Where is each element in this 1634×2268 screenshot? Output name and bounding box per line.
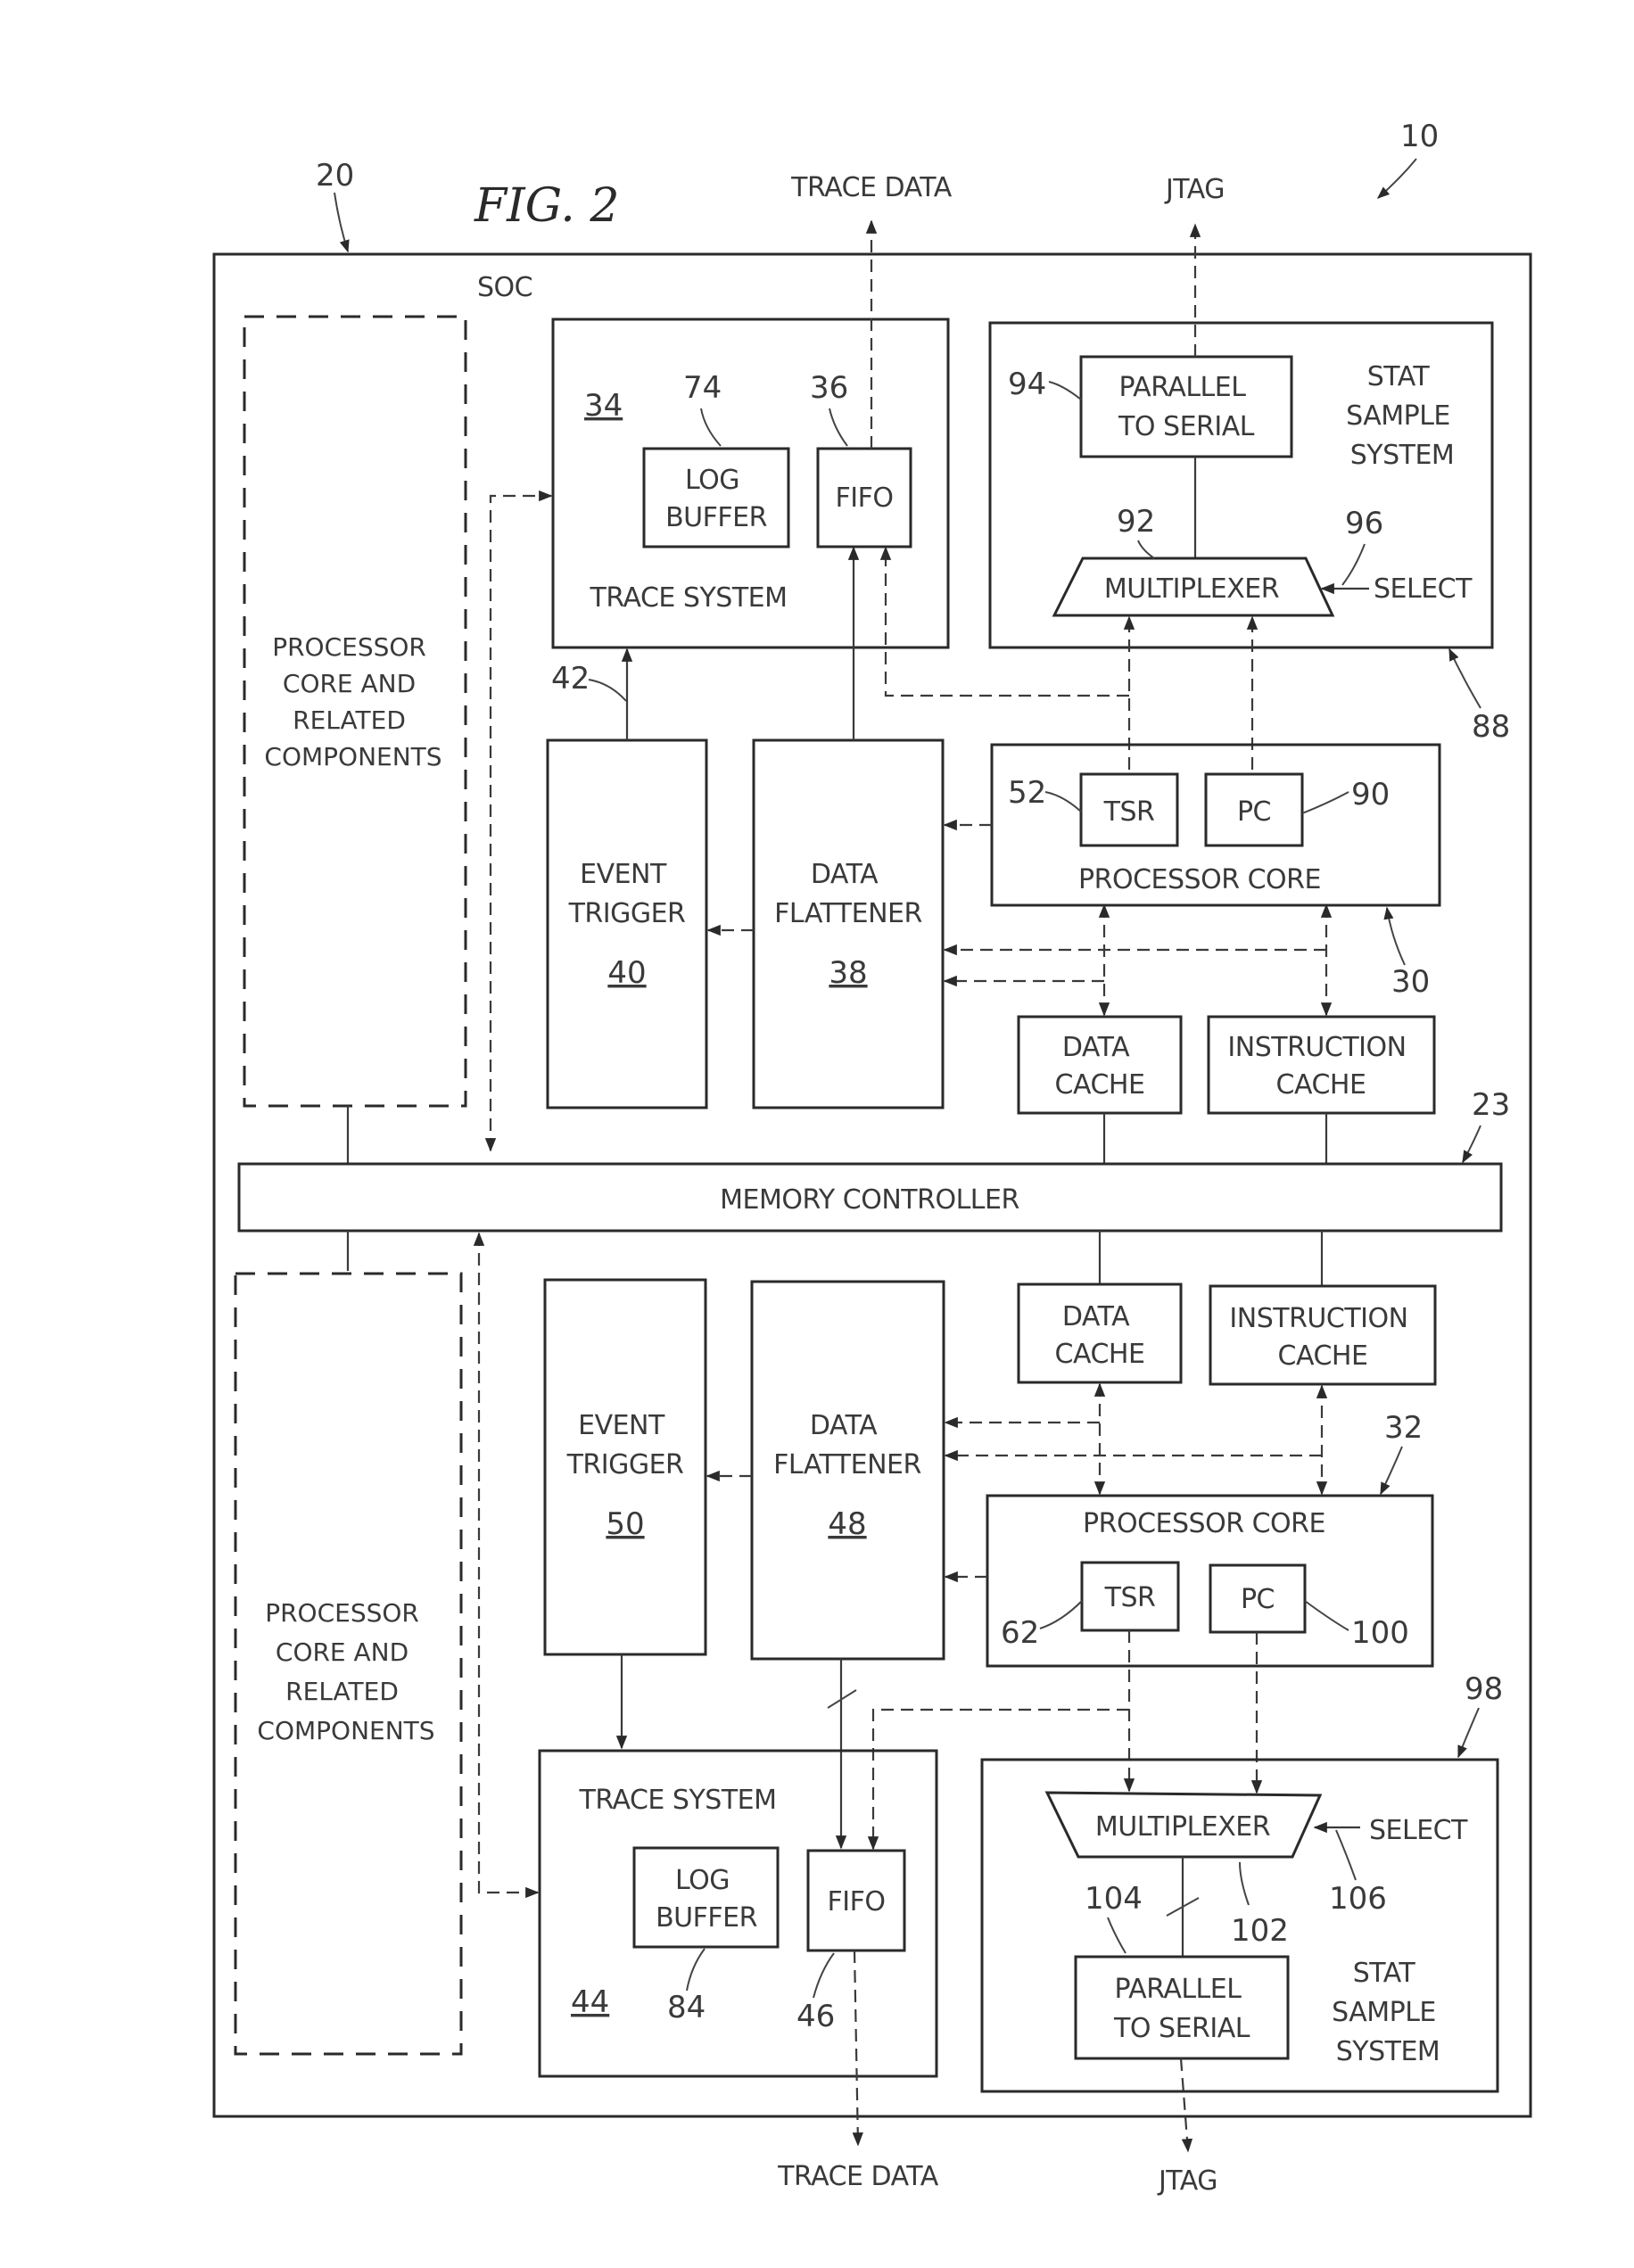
upper-event-trigger-link-leader: [588, 679, 627, 702]
lower-jtag-out: [1179, 2058, 1193, 2153]
lower-pc-ref: 100: [1351, 1615, 1409, 1651]
upper-other-core-label: PROCESSOR CORE AND RELATED COMPONENTS: [264, 632, 442, 771]
upper-multiplexer-leader: [1137, 540, 1155, 559]
lower-select-ref: 106: [1329, 1881, 1387, 1917]
upper-trace-system-label: TRACE SYSTEM: [590, 582, 788, 614]
upper-processor-core-leader: [1383, 906, 1406, 966]
upper-log-buffer-leader: [700, 408, 722, 447]
lower-other-core-label: PROCESSOR CORE AND RELATED COMPONENTS: [257, 1598, 434, 1745]
upper-tsr-leader: [1044, 791, 1082, 812]
lower-stat-sample-leader: [1457, 1707, 1480, 1759]
upper-pc-leader: [1301, 791, 1349, 814]
upper-log-buffer-ref: 74: [683, 370, 722, 406]
lower-parallel-to-serial-label: PARALLEL TO SERIAL: [1113, 1974, 1250, 2044]
upper-log-buffer-label: LOG BUFFER: [665, 465, 767, 533]
trace-data-bottom-label: TRACE DATA: [777, 2161, 939, 2192]
upper-stat-sample-label: STAT SAMPLE SYSTEM: [1346, 361, 1458, 471]
upper-processor-core-label: PROCESSOR CORE: [1078, 864, 1321, 895]
lower-trace-system-label: TRACE SYSTEM: [579, 1785, 777, 1816]
patent-block-diagram: FIG. 2 10 20 TRACE DATA JTAG SOC PROCESS…: [212, 119, 1532, 2197]
lower-select-label: SELECT: [1369, 1815, 1468, 1846]
upper-parallel-to-serial-label: PARALLEL TO SERIAL: [1118, 372, 1255, 442]
lower-parallel-to-serial-leader: [1107, 1917, 1126, 1954]
soc-label: SOC: [477, 272, 532, 303]
lower-event-trigger-label: EVENT TRIGGER: [566, 1410, 684, 1480]
upper-memctrl-to-trace-system: [484, 490, 553, 1152]
upper-select-leader: [1341, 543, 1366, 586]
lower-log-buffer-leader: [686, 1948, 706, 1992]
upper-multiplexer-ref: 92: [1117, 504, 1155, 540]
lower-log-buffer-label: LOG BUFFER: [656, 1865, 757, 1934]
lower-parallel-to-serial-ref: 104: [1085, 1881, 1143, 1917]
ref-20-leader-arrow: [334, 192, 350, 253]
lower-pc-leader: [1304, 1600, 1349, 1631]
upper-fifo-label: FIFO: [836, 482, 894, 514]
lower-data-flattener-ref: 48: [828, 1506, 866, 1542]
lower-multiplexer-ref: 102: [1231, 1913, 1289, 1949]
lower-pc-label: PC: [1241, 1584, 1275, 1615]
memory-controller-ref: 23: [1472, 1087, 1510, 1123]
lower-fifo-leader: [813, 1952, 835, 1999]
upper-stat-sample-leader: [1448, 647, 1481, 709]
ref-10-leader-arrow: [1376, 158, 1417, 199]
figure-title: FIG. 2: [474, 179, 619, 233]
upper-multiplexer-label: MULTIPLEXER: [1104, 573, 1279, 605]
upper-fifo-ref: 36: [810, 370, 848, 406]
upper-pc-label: PC: [1237, 796, 1271, 828]
upper-event-trigger-label: EVENT TRIGGER: [568, 859, 686, 929]
lower-processor-core-leader: [1380, 1446, 1403, 1496]
upper-data-flattener-label: DATA FLATTENER: [774, 859, 922, 929]
upper-select-ref: 96: [1345, 506, 1383, 541]
lower-data-flattener-label: DATA FLATTENER: [773, 1410, 921, 1480]
upper-parallel-to-serial-ref: 94: [1008, 367, 1046, 402]
lower-select-leader: [1335, 1829, 1357, 1881]
upper-processor-core-ref: 30: [1391, 964, 1430, 1000]
memory-controller-leader: [1462, 1125, 1481, 1164]
lower-trace-system-ref: 44: [571, 1984, 609, 2020]
upper-data-cache-label: DATA CACHE: [1055, 1032, 1145, 1101]
lower-data-cache-label: DATA CACHE: [1055, 1301, 1145, 1370]
upper-fifo-leader: [829, 408, 848, 447]
lower-memctrl-to-trace-system: [473, 1232, 540, 1899]
upper-select-label: SELECT: [1374, 573, 1473, 605]
jtag-top-label: JTAG: [1164, 174, 1225, 205]
lower-tsr-leader: [1039, 1600, 1083, 1629]
upper-tsr-to-fifo: [879, 546, 1129, 697]
lower-event-trigger-ref: 50: [606, 1506, 644, 1542]
upper-pc-ref: 90: [1351, 777, 1390, 812]
lower-processor-core-label: PROCESSOR CORE: [1083, 1508, 1325, 1539]
lower-multiplexer-leader: [1239, 1861, 1250, 1906]
lower-instruction-cache-label: INSTRUCTION CACHE: [1229, 1303, 1415, 1372]
upper-data-flattener-ref: 38: [829, 955, 867, 991]
upper-tsr-ref: 52: [1008, 775, 1046, 811]
lower-tsr-to-fifo: [867, 1708, 1129, 1851]
ref-10: 10: [1400, 119, 1439, 154]
lower-multiplexer-label: MULTIPLEXER: [1095, 1811, 1270, 1843]
upper-instruction-cache-label: INSTRUCTION CACHE: [1227, 1032, 1414, 1101]
upper-tsr-label: TSR: [1103, 796, 1155, 828]
ref-20: 20: [316, 158, 354, 194]
upper-parallel-to-serial-leader: [1048, 381, 1082, 400]
lower-log-buffer-ref: 84: [667, 1990, 706, 2025]
memory-controller-label: MEMORY CONTROLLER: [720, 1184, 1019, 1216]
upper-stat-sample-ref: 88: [1472, 709, 1510, 745]
upper-trace-system-ref: 34: [584, 388, 623, 424]
lower-tsr-ref: 62: [1001, 1615, 1039, 1651]
upper-event-trigger-ref: 40: [607, 955, 646, 991]
lower-processor-core-ref: 32: [1384, 1410, 1423, 1446]
lower-fifo-ref: 46: [796, 1999, 835, 2034]
lower-tsr-label: TSR: [1104, 1582, 1156, 1613]
lower-stat-sample-ref: 98: [1465, 1671, 1503, 1707]
trace-data-top-label: TRACE DATA: [790, 172, 953, 203]
lower-fifo-label: FIFO: [828, 1886, 886, 1917]
lower-stat-sample-label: STAT SAMPLE SYSTEM: [1332, 1958, 1444, 2067]
jtag-bottom-label: JTAG: [1157, 2165, 1217, 2197]
upper-event-trigger-link-ref: 42: [551, 661, 590, 697]
